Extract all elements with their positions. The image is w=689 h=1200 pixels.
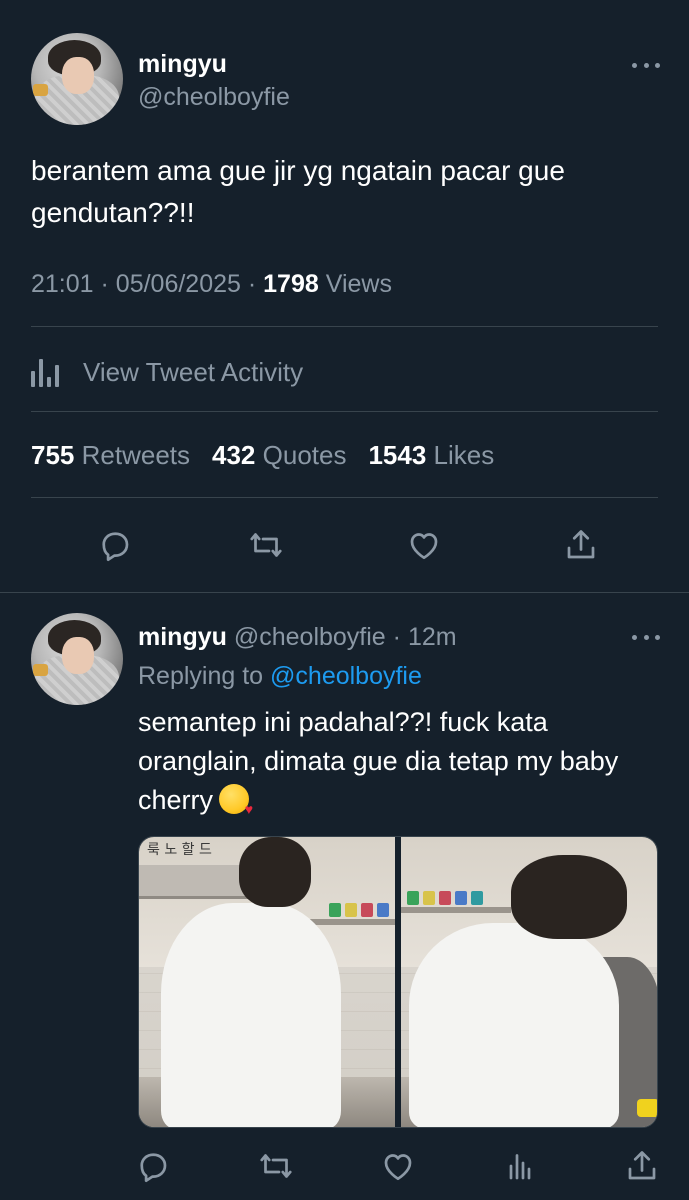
like-icon[interactable] [380,1148,416,1184]
main-tweet: mingyu @cheolboyfie berantem ama gue jir… [0,0,689,592]
tweet-date: 05/06/2025 [115,270,241,298]
tweet-media[interactable]: 룩 노 할 드 [138,836,658,1128]
tweet-meta: 21:01 · 05/06/2025 · 1798 Views [31,270,392,298]
reply-icon[interactable] [97,527,133,563]
tweet-text: berantem ama gue jir yg ngatain pacar gu… [31,155,565,228]
quotes-label: Quotes [262,440,347,470]
retweets-label: Retweets [81,440,191,470]
divider [31,411,658,412]
divider [31,326,658,327]
views-count: 1798 [263,270,319,298]
display-name[interactable]: mingyu [138,50,227,79]
tweet-text: semantep ini padahal??! fuck kata orangl… [138,703,668,820]
divider [31,497,658,498]
retweet-icon[interactable] [258,1148,294,1184]
quotes-count: 432 [212,440,256,470]
view-tweet-activity-button[interactable]: View Tweet Activity [31,355,303,389]
like-icon[interactable] [406,527,442,563]
reply-icon[interactable] [135,1148,171,1184]
reply-text-content: semantep ini padahal??! fuck kata orangl… [138,707,619,815]
share-icon[interactable] [563,527,599,563]
views-label: Views [325,270,392,298]
retweets-stat[interactable]: 755 Retweets [31,440,190,471]
share-icon[interactable] [624,1148,660,1184]
activity-label: View Tweet Activity [83,356,304,387]
tweet-time: 21:01 [31,270,94,298]
user-handle[interactable]: @cheolboyfie [234,623,386,651]
replying-to: Replying to @cheolboyfie [138,662,422,691]
quotes-stat[interactable]: 432 Quotes [212,440,346,471]
media-image-left[interactable]: 룩 노 할 드 [139,837,396,1127]
retweets-count: 755 [31,440,75,470]
analytics-icon[interactable] [502,1148,538,1184]
more-options-icon[interactable] [632,61,660,69]
likes-count: 1543 [368,440,427,470]
kissing-face-emoji-icon [219,784,253,816]
avatar[interactable] [31,33,123,125]
tweet-time-ago: 12m [407,623,457,651]
media-image-right[interactable] [400,837,657,1127]
reply-header: mingyu @cheolboyfie · 12m [138,623,457,651]
replying-prefix: Replying to [138,662,264,690]
likes-stat[interactable]: 1543 Likes [368,440,494,471]
avatar[interactable] [31,613,123,705]
retweet-icon[interactable] [248,527,284,563]
user-handle[interactable]: @cheolboyfie [138,83,290,112]
media-sign-text: 룩 노 할 드 [147,842,212,858]
likes-label: Likes [433,440,495,470]
section-divider [0,592,689,593]
tweet-stats: 755 Retweets 432 Quotes 1543 Likes [31,440,494,471]
more-options-icon[interactable] [632,633,660,641]
replying-to-link[interactable]: @cheolboyfie [270,662,422,690]
analytics-icon [31,357,65,387]
display-name[interactable]: mingyu [138,623,227,651]
